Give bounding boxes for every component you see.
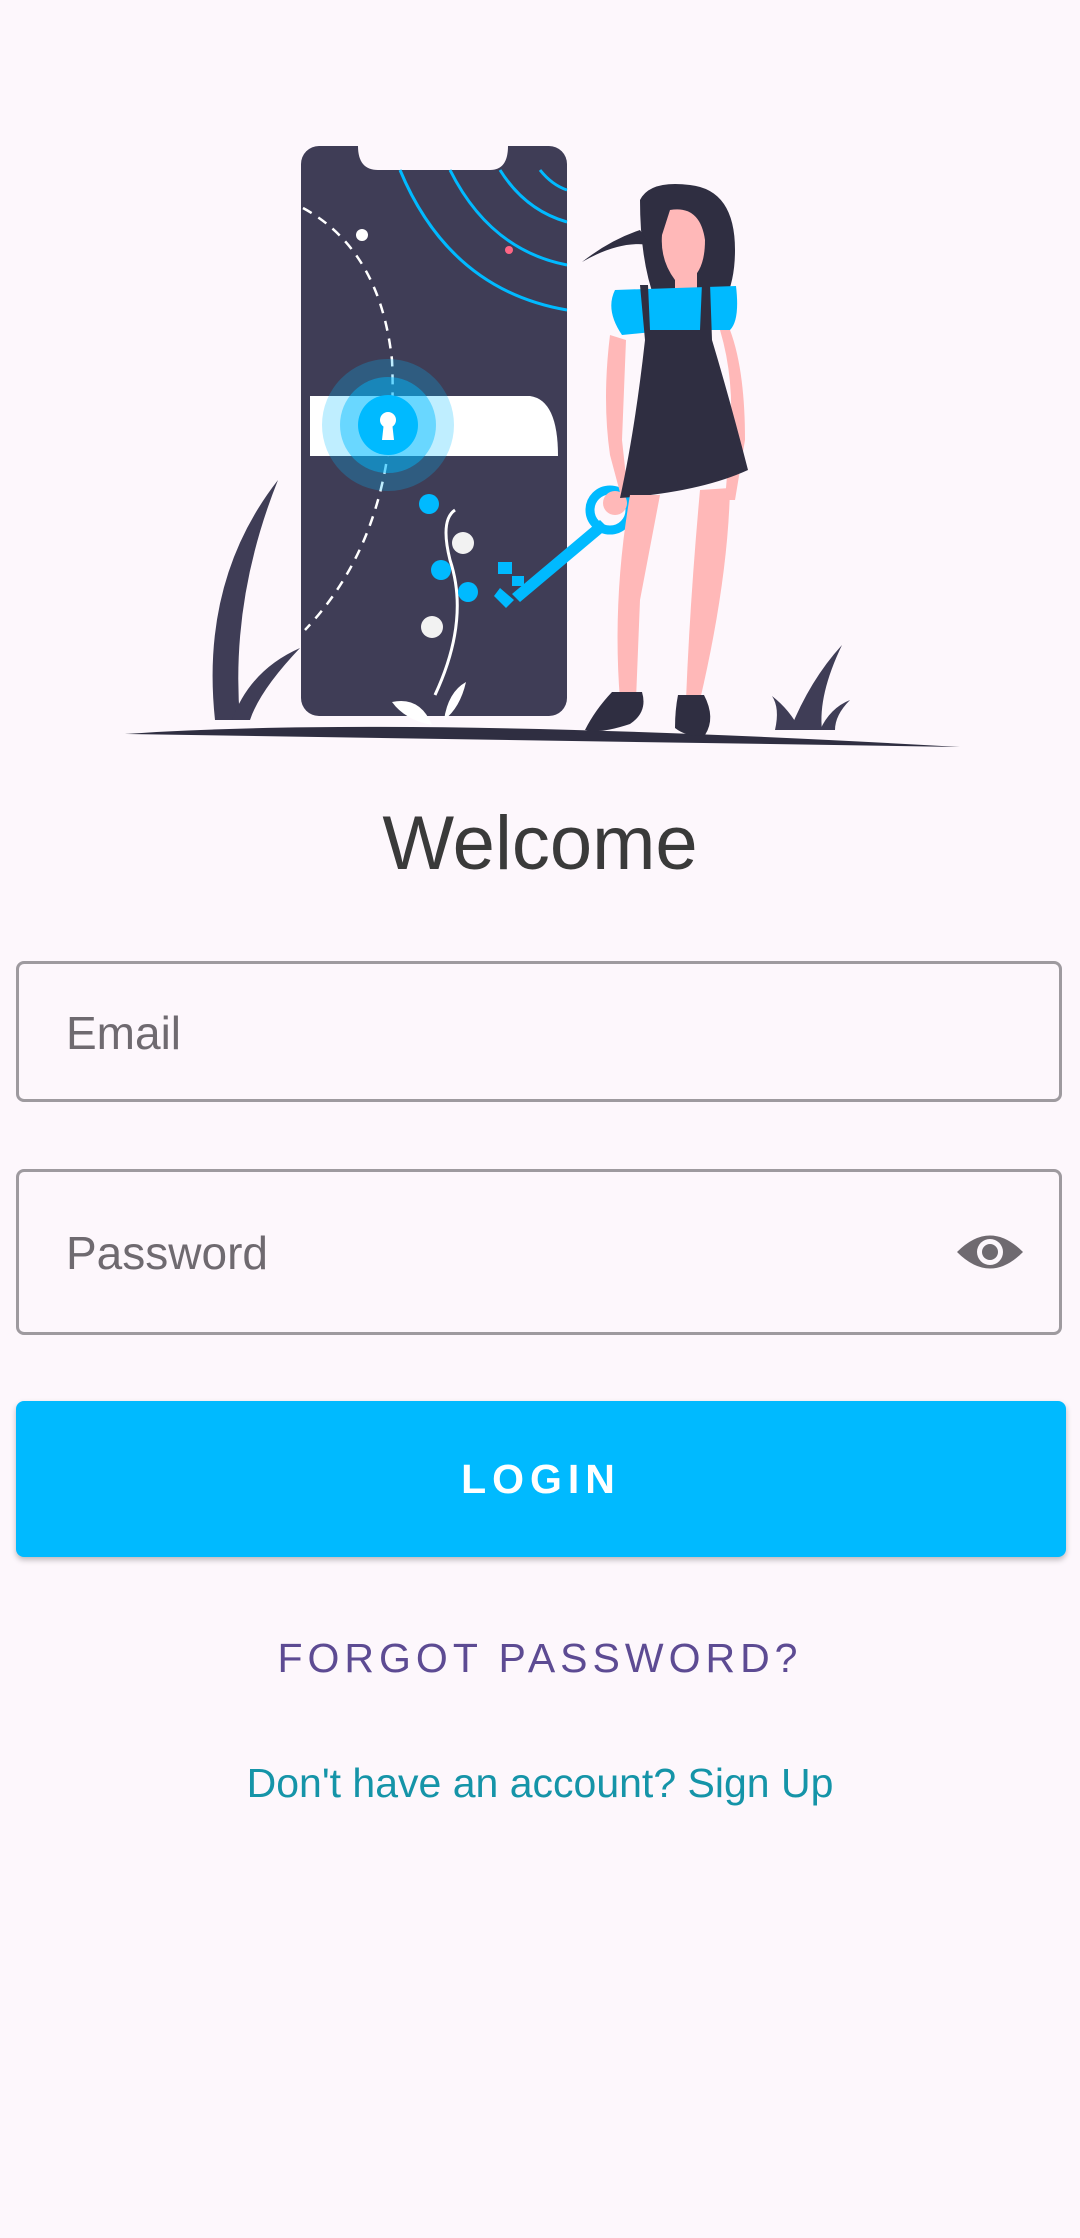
- page-title: Welcome: [382, 801, 698, 886]
- forgot-password-link[interactable]: FORGOT PASSWORD?: [0, 1635, 1080, 1682]
- signup-link[interactable]: Don't have an account? Sign Up: [0, 1760, 1080, 1807]
- login-screen: Welcome LOGIN FORGOT PASSWORD? Don't hav…: [0, 0, 1080, 2238]
- email-input[interactable]: [64, 964, 948, 1101]
- eye-icon[interactable]: [955, 1227, 1025, 1277]
- password-input[interactable]: [64, 1172, 948, 1334]
- email-field[interactable]: [16, 961, 1062, 1102]
- login-button[interactable]: LOGIN: [16, 1401, 1066, 1557]
- password-field[interactable]: [16, 1169, 1062, 1335]
- phone-lock-illustration: [125, 146, 960, 747]
